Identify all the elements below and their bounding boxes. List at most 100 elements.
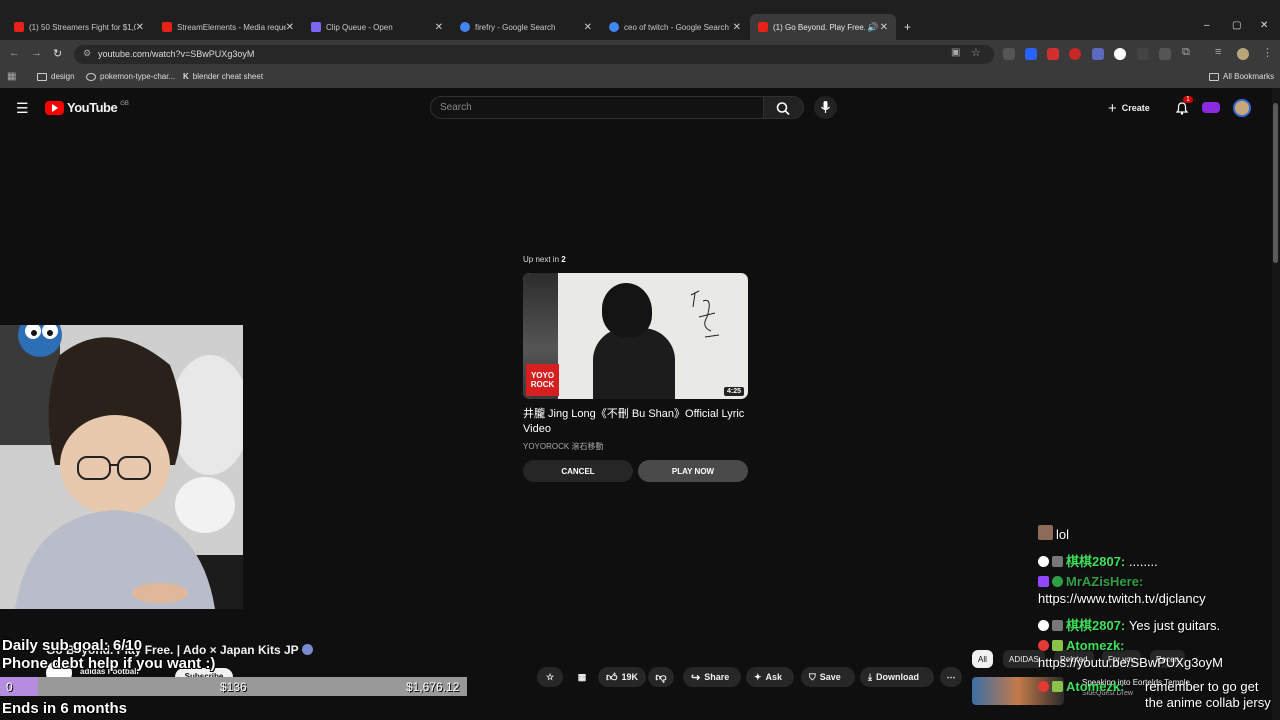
browser-tab[interactable]: StreamElements - Media reque ✕ [154, 14, 302, 40]
like-button[interactable]: 👍︎ 19K [598, 667, 646, 687]
sub-badge-icon [1052, 620, 1063, 631]
k-logo-icon: K [183, 72, 189, 81]
user-avatar-icon [1038, 525, 1053, 540]
sub-badge-icon [1052, 576, 1063, 587]
thumbs-down-icon: 👎︎ [655, 671, 667, 684]
add-to-playlist-button[interactable]: ☆ [537, 667, 563, 687]
thumbs-up-icon: 👍︎ [606, 671, 618, 684]
scrollbar-thumb[interactable] [1273, 103, 1278, 263]
close-window-button[interactable]: ✕ [1260, 20, 1268, 31]
extension-icon[interactable] [1114, 48, 1126, 60]
audio-playing-icon[interactable]: 🔊 [867, 22, 878, 33]
address-bar[interactable]: youtube.com/watch?v=SBwPUXg3oyM [74, 45, 994, 64]
browser-tab[interactable]: ceo of twitch - Google Search ✕ [601, 14, 749, 40]
chat-username: 棋棋2807: [1066, 618, 1126, 633]
bookmark-design[interactable]: design [37, 72, 75, 81]
new-tab-button[interactable]: + [904, 20, 911, 34]
chip-all[interactable]: All [972, 650, 993, 668]
sub-badge-icon [1052, 640, 1063, 651]
browser-menu-icon[interactable]: ⋮ [1262, 46, 1273, 59]
hamburger-menu-icon[interactable]: ☰ [16, 100, 29, 117]
google-favicon-icon [460, 22, 470, 32]
search-icon [776, 102, 790, 116]
extension-icon[interactable] [1069, 48, 1081, 60]
play-now-button[interactable]: PLAY NOW [638, 460, 748, 482]
close-tab-icon[interactable]: ✕ [286, 22, 294, 33]
search-button[interactable] [764, 96, 804, 119]
extension-icon[interactable] [1025, 48, 1037, 60]
youtube-play-logo-icon [45, 100, 64, 115]
extension-icon[interactable] [1092, 48, 1104, 60]
close-tab-icon[interactable]: ✕ [136, 22, 144, 33]
close-tab-icon[interactable]: ✕ [584, 22, 592, 33]
apps-grid-icon[interactable]: ▦ [7, 71, 16, 82]
download-button[interactable]: ⤓ Download [860, 667, 934, 687]
sparkle-icon: ✦ [754, 671, 762, 682]
youtube-logo[interactable]: YouTube GB [45, 100, 129, 115]
extension-icon[interactable] [1047, 48, 1059, 60]
chat-text: remember to go get the anime collab jers… [1145, 679, 1271, 713]
upnext-channel[interactable]: YOYOROCK 滾石移動 [523, 441, 603, 452]
tab-title: firefry - Google Search [475, 22, 556, 32]
thumbnail-figure-head [602, 283, 652, 337]
chat-username: MrAZisHere: [1066, 574, 1144, 589]
voice-search-button[interactable] [814, 96, 837, 119]
bookmark-pokemon[interactable]: pokemon-type-char... [86, 72, 175, 81]
browser-tab[interactable]: Clip Queue - Open ✕ [303, 14, 451, 40]
close-tab-icon[interactable]: ✕ [435, 22, 443, 33]
chat-text: Yes just guitars. [1128, 618, 1221, 633]
more-actions-button[interactable]: ⋯ [940, 667, 962, 687]
bookmark-blender[interactable]: Kblender cheat sheet [183, 72, 263, 81]
ask-button[interactable]: ✦ Ask [746, 667, 794, 687]
chat-message: Atomezk: [1038, 638, 1125, 653]
chat-username: Atomezk: [1066, 679, 1125, 694]
notifications-button[interactable]: 1 [1174, 96, 1193, 121]
extensions-puzzle-icon[interactable]: ⧉ [1182, 46, 1190, 59]
phone-debt-text: Phone debt help if you want :) [2, 655, 216, 672]
site-info-icon[interactable]: ⚙ [83, 48, 91, 59]
create-button[interactable]: + Create [1108, 98, 1150, 118]
tab-title: ceo of twitch - Google Search [624, 22, 729, 32]
dislike-button[interactable]: 👎︎ [648, 667, 674, 687]
upnext-title[interactable]: 井朧 Jing Long《不刪 Bu Shan》Official Lyric V… [523, 407, 753, 437]
grid-icon: ▦ [577, 671, 587, 682]
install-app-icon[interactable]: ▣ [951, 47, 960, 58]
search-input[interactable]: Search [430, 96, 764, 119]
bookmark-star-icon[interactable]: ☆ [971, 46, 981, 59]
upnext-countdown: Up next in 2 [523, 255, 566, 264]
reload-icon[interactable]: ↻ [53, 47, 62, 60]
save-button[interactable]: ⛉ Save [801, 667, 855, 687]
url-text: youtube.com/watch?v=SBwPUXg3oyM [98, 49, 255, 59]
share-button[interactable]: ↪ Share [683, 667, 741, 687]
minimize-button[interactable]: – [1204, 20, 1210, 31]
upnext-thumbnail[interactable]: YOYO ROCK 4:25 [523, 273, 748, 399]
ask-label: Ask [765, 672, 783, 682]
media-controls-icon[interactable]: ≡ [1215, 46, 1221, 58]
profile-avatar-icon[interactable] [1237, 48, 1249, 60]
folder-icon [1209, 72, 1219, 81]
grid-view-button[interactable]: ▦ [569, 667, 595, 687]
twitch-extension-icon[interactable] [1202, 102, 1220, 113]
maximize-button[interactable]: ▢ [1232, 20, 1241, 31]
goal-current-label: $136 [220, 680, 247, 694]
cancel-autoplay-button[interactable]: CANCEL [523, 460, 633, 482]
chat-username: 棋棋2807: [1066, 554, 1126, 569]
extension-icon[interactable] [1137, 48, 1149, 60]
create-label: Create [1121, 103, 1150, 113]
close-tab-icon[interactable]: ✕ [880, 22, 888, 33]
browser-tab[interactable]: firefry - Google Search ✕ [452, 14, 600, 40]
account-avatar[interactable] [1233, 99, 1251, 117]
chat-message: MrAZisHere: [1038, 574, 1143, 589]
search-placeholder: Search [440, 102, 472, 113]
forward-icon[interactable]: → [31, 47, 42, 59]
browser-tab[interactable]: (1) 50 Streamers Fight for $1,0 ✕ [6, 14, 152, 40]
browser-tab-active[interactable]: (1) Go Beyond. Play Free. | A 🔊 ✕ [750, 14, 896, 40]
yoyorock-logo: YOYO ROCK [526, 364, 559, 396]
close-tab-icon[interactable]: ✕ [733, 22, 741, 33]
bookmark-label: design [51, 72, 75, 81]
back-icon[interactable]: ← [9, 47, 20, 59]
extension-icon[interactable] [1003, 48, 1015, 60]
goal-start-label: 0 [6, 680, 13, 694]
extension-icon[interactable] [1159, 48, 1171, 60]
all-bookmarks-button[interactable]: All Bookmarks [1209, 72, 1274, 81]
